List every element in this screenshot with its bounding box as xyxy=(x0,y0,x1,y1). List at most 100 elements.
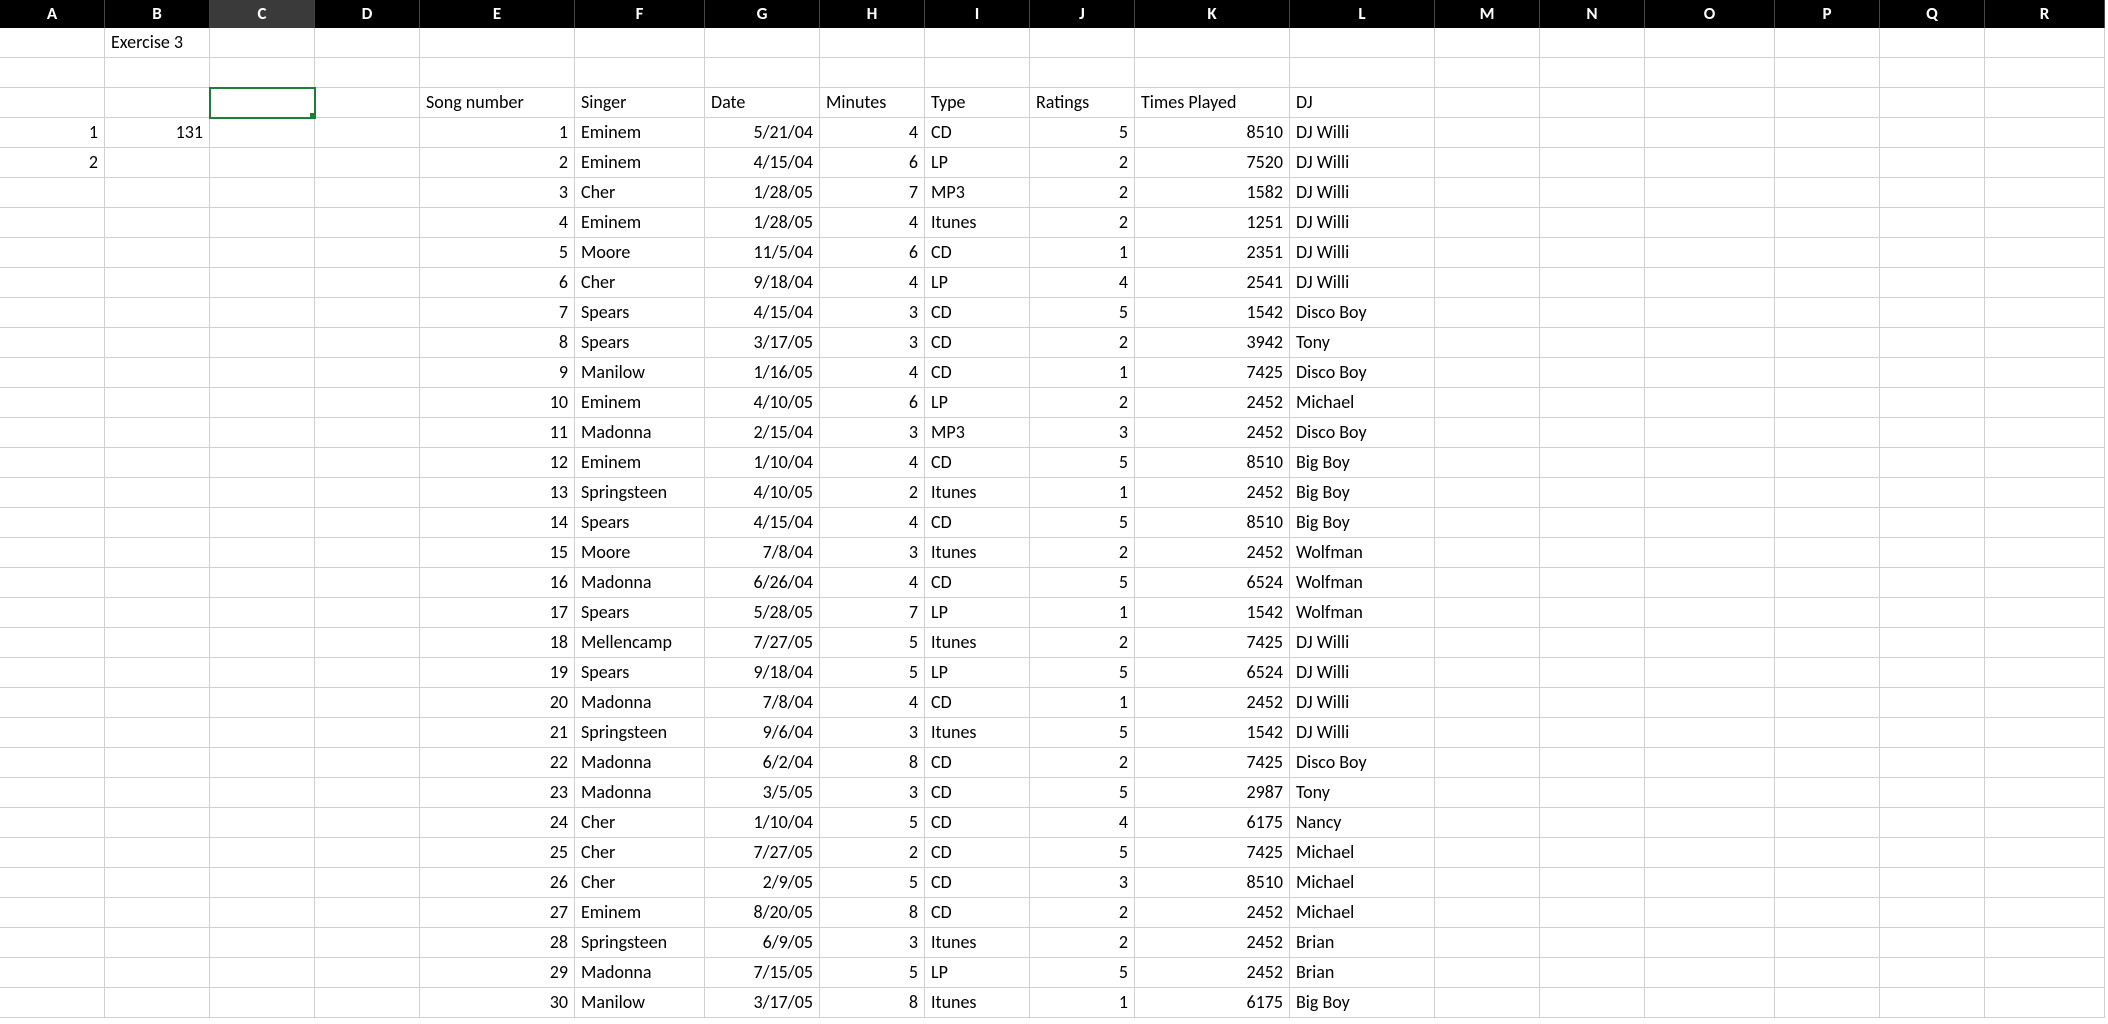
cell-M11[interactable] xyxy=(1435,328,1540,358)
cell-minutes[interactable]: 6 xyxy=(820,148,925,178)
cell-M13[interactable] xyxy=(1435,388,1540,418)
cell-N7[interactable] xyxy=(1540,208,1645,238)
column-header-B[interactable]: B xyxy=(105,0,210,28)
cell-singer[interactable]: Springsteen xyxy=(575,928,705,958)
cell-songnumber[interactable]: 23 xyxy=(420,778,575,808)
cell-type[interactable]: CD xyxy=(925,328,1030,358)
cell-singer[interactable]: Springsteen xyxy=(575,478,705,508)
cell-A15[interactable] xyxy=(0,448,105,478)
cell-minutes[interactable]: 5 xyxy=(820,808,925,838)
cell-N25[interactable] xyxy=(1540,748,1645,778)
cell-C6[interactable] xyxy=(210,178,315,208)
cell-Q6[interactable] xyxy=(1880,178,1985,208)
cell-P4[interactable] xyxy=(1775,118,1880,148)
cell-type[interactable]: Itunes xyxy=(925,208,1030,238)
cell-P25[interactable] xyxy=(1775,748,1880,778)
cell-songnumber[interactable]: 30 xyxy=(420,988,575,1018)
cell-D9[interactable] xyxy=(315,268,420,298)
cell-C28[interactable] xyxy=(210,838,315,868)
cell-songnumber[interactable]: 27 xyxy=(420,898,575,928)
cell-A14[interactable] xyxy=(0,418,105,448)
cell-dj[interactable]: Big Boy xyxy=(1290,478,1435,508)
cell-Q25[interactable] xyxy=(1880,748,1985,778)
cell-N20[interactable] xyxy=(1540,598,1645,628)
cell-D1[interactable] xyxy=(315,28,420,58)
cell-songnumber[interactable]: 19 xyxy=(420,658,575,688)
cell-rating[interactable]: 5 xyxy=(1030,778,1135,808)
cell-Q26[interactable] xyxy=(1880,778,1985,808)
cell-D17[interactable] xyxy=(315,508,420,538)
cell-M27[interactable] xyxy=(1435,808,1540,838)
cell-A12[interactable] xyxy=(0,358,105,388)
cell-timesplayed[interactable]: 6175 xyxy=(1135,808,1290,838)
cell-singer[interactable]: Manilow xyxy=(575,988,705,1018)
cell-singer[interactable]: Eminem xyxy=(575,898,705,928)
cell-B11[interactable] xyxy=(105,328,210,358)
cell-R12[interactable] xyxy=(1985,358,2105,388)
cell-singer[interactable]: Eminem xyxy=(575,208,705,238)
cell-timesplayed[interactable]: 1582 xyxy=(1135,178,1290,208)
cell-timesplayed[interactable]: 2452 xyxy=(1135,388,1290,418)
cell-dj[interactable]: Michael xyxy=(1290,838,1435,868)
cell-C11[interactable] xyxy=(210,328,315,358)
cell-rating[interactable]: 5 xyxy=(1030,958,1135,988)
cell-B13[interactable] xyxy=(105,388,210,418)
cell-O14[interactable] xyxy=(1645,418,1775,448)
column-header-L[interactable]: L xyxy=(1290,0,1435,28)
cell-C23[interactable] xyxy=(210,688,315,718)
cell-type[interactable]: LP xyxy=(925,598,1030,628)
cell-D21[interactable] xyxy=(315,628,420,658)
cell-songnumber[interactable]: 16 xyxy=(420,568,575,598)
cell-A9[interactable] xyxy=(0,268,105,298)
cell-R16[interactable] xyxy=(1985,478,2105,508)
cell-N33[interactable] xyxy=(1540,988,1645,1018)
cell-type[interactable]: Itunes xyxy=(925,628,1030,658)
cell-O18[interactable] xyxy=(1645,538,1775,568)
cell-B6[interactable] xyxy=(105,178,210,208)
cell-M2[interactable] xyxy=(1435,58,1540,88)
cell-timesplayed[interactable]: 1251 xyxy=(1135,208,1290,238)
cell-D28[interactable] xyxy=(315,838,420,868)
cell-dj[interactable]: DJ Willi xyxy=(1290,688,1435,718)
cell-D30[interactable] xyxy=(315,898,420,928)
cell-dj[interactable]: Disco Boy xyxy=(1290,358,1435,388)
cell-dj[interactable]: Michael xyxy=(1290,898,1435,928)
cell-timesplayed[interactable]: 7425 xyxy=(1135,358,1290,388)
cell-R30[interactable] xyxy=(1985,898,2105,928)
cell-songnumber[interactable]: 5 xyxy=(420,238,575,268)
cell-dj[interactable]: Big Boy xyxy=(1290,508,1435,538)
cell-type[interactable]: CD xyxy=(925,868,1030,898)
cell-timesplayed[interactable]: 8510 xyxy=(1135,118,1290,148)
cell-date[interactable]: 9/6/04 xyxy=(705,718,820,748)
cell-R19[interactable] xyxy=(1985,568,2105,598)
cell-type[interactable]: MP3 xyxy=(925,178,1030,208)
cell-date[interactable]: 6/2/04 xyxy=(705,748,820,778)
cell-E1[interactable] xyxy=(420,28,575,58)
cell-songnumber[interactable]: 28 xyxy=(420,928,575,958)
cell-M14[interactable] xyxy=(1435,418,1540,448)
cell-J2[interactable] xyxy=(1030,58,1135,88)
exercise-title[interactable]: Exercise 3 xyxy=(105,28,210,58)
cell-M15[interactable] xyxy=(1435,448,1540,478)
cell-singer[interactable]: Spears xyxy=(575,658,705,688)
cell-singer[interactable]: Cher xyxy=(575,268,705,298)
cell-date[interactable]: 7/8/04 xyxy=(705,688,820,718)
cell-songnumber[interactable]: 12 xyxy=(420,448,575,478)
cell-B12[interactable] xyxy=(105,358,210,388)
cell-singer[interactable]: Moore xyxy=(575,238,705,268)
cell-date[interactable]: 7/27/05 xyxy=(705,838,820,868)
cell-M31[interactable] xyxy=(1435,928,1540,958)
cell-A11[interactable] xyxy=(0,328,105,358)
cell-songnumber[interactable]: 21 xyxy=(420,718,575,748)
cell-minutes[interactable]: 2 xyxy=(820,838,925,868)
cell-B21[interactable] xyxy=(105,628,210,658)
cell-Q16[interactable] xyxy=(1880,478,1985,508)
cell-rating[interactable]: 1 xyxy=(1030,358,1135,388)
cell-type[interactable]: CD xyxy=(925,508,1030,538)
cell-dj[interactable]: DJ Willi xyxy=(1290,118,1435,148)
cell-type[interactable]: CD xyxy=(925,298,1030,328)
cell-M12[interactable] xyxy=(1435,358,1540,388)
cell-rating[interactable]: 1 xyxy=(1030,238,1135,268)
cell-M23[interactable] xyxy=(1435,688,1540,718)
cell-timesplayed[interactable]: 2452 xyxy=(1135,418,1290,448)
